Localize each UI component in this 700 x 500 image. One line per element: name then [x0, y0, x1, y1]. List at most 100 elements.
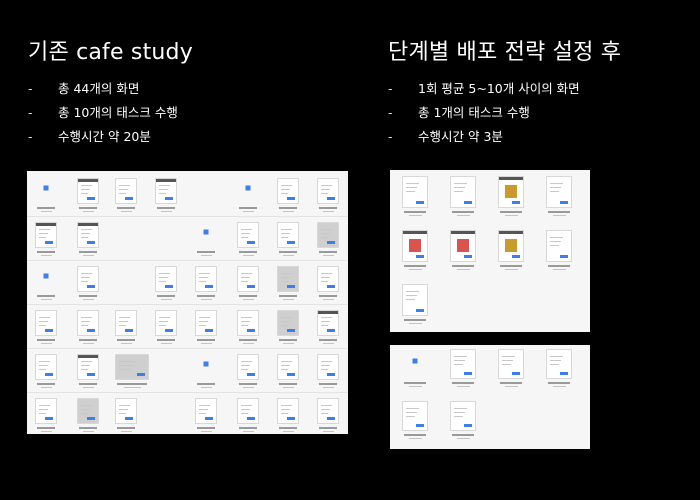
left-bullet-item: - 수행시간 약 20분	[28, 129, 151, 144]
screen-subcaption	[82, 211, 94, 212]
screen-caption	[117, 383, 147, 385]
cafe-study-screens-overview	[27, 171, 348, 434]
screen-subcaption	[242, 431, 254, 432]
screen-thumbnail	[115, 178, 137, 204]
screen-thumbnail	[450, 176, 476, 208]
screen-thumbnail	[277, 310, 299, 336]
screen-caption	[404, 265, 426, 267]
screen-subcaption	[282, 431, 294, 432]
screen-thumbnail	[546, 230, 572, 262]
screen-caption	[319, 383, 337, 385]
screen-caption	[239, 427, 257, 429]
screen-thumbnail	[115, 354, 149, 380]
screen-subcaption	[160, 211, 172, 212]
screen-thumbnail	[317, 310, 339, 336]
screen-subcaption	[82, 387, 94, 388]
screen-caption	[548, 211, 570, 213]
screen-thumbnail	[277, 222, 299, 248]
screen-thumbnail	[77, 222, 99, 248]
screen-thumbnail	[450, 349, 476, 379]
screen-thumbnail	[402, 349, 428, 379]
screen-subcaption	[200, 431, 212, 432]
left-bullet-item: -총 10개의 태스크 수행	[28, 105, 178, 120]
screen-caption	[79, 295, 97, 297]
screen-thumbnail	[237, 222, 259, 248]
screen-subcaption	[456, 438, 470, 439]
screen-caption	[37, 207, 55, 209]
screen-subcaption	[200, 343, 212, 344]
screen-caption	[319, 427, 337, 429]
screen-subcaption	[282, 211, 294, 212]
screen-subcaption	[282, 255, 294, 256]
right-bullet-item: -총 1개의 태스크 수행	[388, 105, 530, 120]
screen-caption	[239, 339, 257, 341]
screen-thumbnail	[77, 310, 99, 336]
screen-caption	[37, 251, 55, 253]
screen-thumbnail	[237, 354, 259, 380]
screen-thumbnail	[237, 266, 259, 292]
screen-caption	[239, 251, 257, 253]
screen-thumbnail	[35, 222, 57, 248]
screen-subcaption	[408, 269, 422, 270]
screen-caption	[404, 434, 426, 436]
screen-subcaption	[408, 386, 422, 387]
screen-thumbnail	[402, 176, 428, 208]
screen-thumbnail	[35, 354, 57, 380]
screen-thumbnail	[277, 178, 299, 204]
screen-thumbnail	[195, 266, 217, 292]
screen-caption	[452, 382, 474, 384]
screen-caption	[239, 383, 257, 385]
screen-subcaption	[242, 387, 254, 388]
screen-thumbnail	[450, 230, 476, 262]
screen-thumbnail	[402, 284, 428, 316]
screen-thumbnail	[237, 310, 259, 336]
screen-caption	[197, 427, 215, 429]
screen-caption	[37, 339, 55, 341]
screen-subcaption	[120, 431, 132, 432]
screen-caption	[404, 319, 426, 321]
screen-caption	[79, 427, 97, 429]
screen-caption	[500, 265, 522, 267]
screen-subcaption	[408, 323, 422, 324]
screen-subcaption	[40, 431, 52, 432]
screen-caption	[117, 207, 135, 209]
screen-thumbnail	[155, 310, 177, 336]
screen-thumbnail	[317, 266, 339, 292]
screen-subcaption	[456, 269, 470, 270]
screen-caption	[37, 295, 55, 297]
screen-caption	[319, 295, 337, 297]
screen-subcaption	[40, 387, 52, 388]
screen-caption	[37, 383, 55, 385]
screen-caption	[37, 427, 55, 429]
screen-caption	[548, 265, 570, 267]
screen-thumbnail	[498, 230, 524, 262]
screen-subcaption	[408, 438, 422, 439]
screen-thumbnail	[317, 398, 339, 424]
screen-caption	[197, 295, 215, 297]
screen-subcaption	[282, 343, 294, 344]
screen-subcaption	[40, 343, 52, 344]
screen-thumbnail	[115, 310, 137, 336]
screen-subcaption	[120, 343, 132, 344]
screen-thumbnail	[546, 176, 572, 208]
screen-subcaption	[82, 299, 94, 300]
screen-thumbnail	[450, 401, 476, 431]
screen-thumbnail	[35, 178, 57, 204]
screen-thumbnail	[35, 266, 57, 292]
screen-caption	[279, 295, 297, 297]
screen-caption	[404, 382, 426, 384]
screen-caption	[279, 251, 297, 253]
right-bullet-list: -1회 평균 5~10개 사이의 화면 -총 1개의 태스크 수행 - 수행시간 …	[388, 80, 580, 152]
screen-thumbnail	[155, 178, 177, 204]
screen-caption	[452, 211, 474, 213]
left-bullet-item: -총 44개의 화면	[28, 81, 140, 96]
screen-caption	[279, 427, 297, 429]
screen-subcaption	[282, 387, 294, 388]
screen-thumbnail	[277, 266, 299, 292]
screen-subcaption	[40, 211, 52, 212]
screen-thumbnail	[77, 266, 99, 292]
screen-caption	[319, 339, 337, 341]
screen-thumbnail	[317, 354, 339, 380]
screen-subcaption	[160, 343, 172, 344]
screen-caption	[500, 211, 522, 213]
